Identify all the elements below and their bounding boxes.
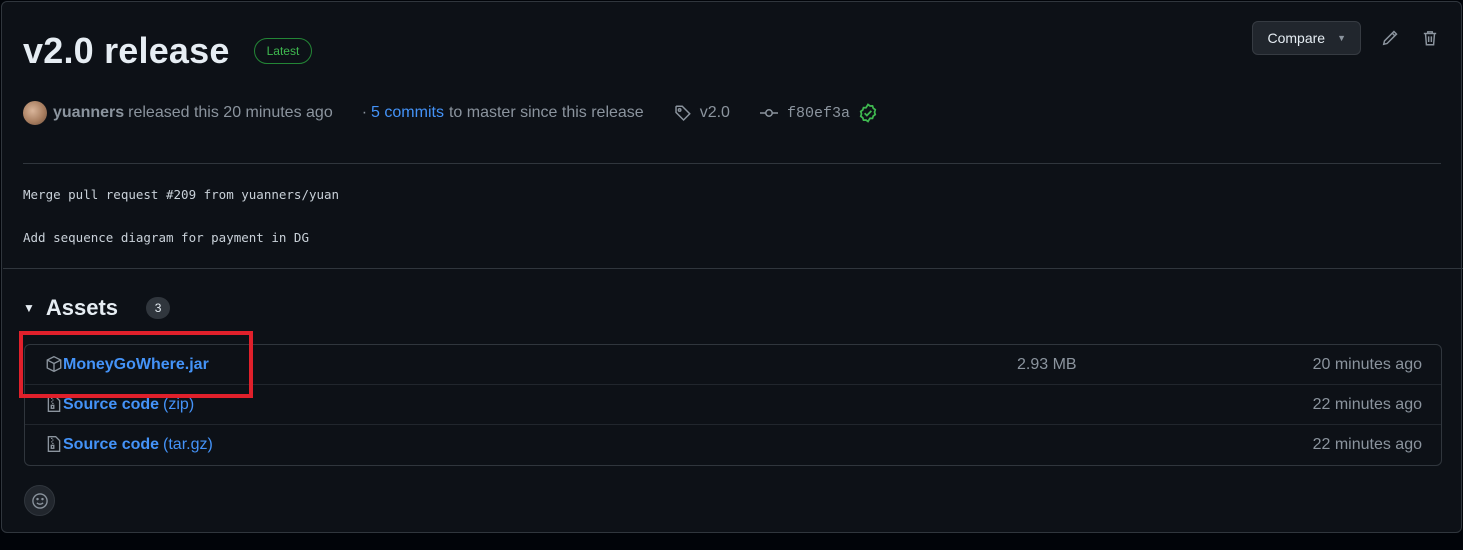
- released-text: released this 20 minutes ago: [128, 104, 333, 121]
- release-notes-line: Merge pull request #209 from yuanners/yu…: [23, 187, 340, 202]
- release-notes-line: Add sequence diagram for payment in DG: [23, 230, 309, 245]
- asset-link[interactable]: Source code (tar.gz): [63, 436, 213, 454]
- divider: [23, 163, 1441, 164]
- asset-name: Source code: [63, 436, 160, 453]
- asset-time: 22 minutes ago: [1312, 436, 1422, 453]
- meta-separator: ·: [361, 104, 368, 121]
- assets-title: Assets: [45, 295, 119, 320]
- assets-count-badge: 3: [146, 297, 171, 319]
- asset-name: Source code: [63, 395, 160, 413]
- asset-row: Source code (tar.gz) 22 minutes ago: [25, 425, 1441, 465]
- asset-row: MoneyGoWhere.jar 2.93 MB 20 minutes ago: [25, 345, 1441, 385]
- asset-time: 20 minutes ago: [1312, 355, 1422, 373]
- git-commit-icon: [759, 109, 778, 117]
- commit-link[interactable]: f80ef3a: [759, 103, 878, 123]
- assets-list: MoneyGoWhere.jar 2.93 MB 20 minutes ago …: [24, 344, 1442, 466]
- file-zip-icon: [47, 436, 61, 452]
- add-reaction-button[interactable]: [24, 485, 55, 516]
- release-card: v2.0 release Latest Compare ▼ yuanners r…: [1, 1, 1463, 533]
- asset-link[interactable]: Source code (zip): [63, 396, 194, 414]
- asset-time: 22 minutes ago: [1312, 395, 1422, 413]
- compare-button[interactable]: Compare ▼: [1252, 21, 1361, 55]
- tag-link[interactable]: v2.0: [674, 104, 730, 122]
- asset-format: (tar.gz): [163, 436, 213, 453]
- section-divider: [3, 268, 1463, 269]
- commit-sha: f80ef3a: [786, 104, 850, 122]
- release-title[interactable]: v2.0 release: [23, 30, 230, 72]
- release-meta: yuanners released this 20 minutes ago · …: [23, 101, 878, 125]
- since-text: to master since this release: [448, 104, 644, 121]
- chevron-down-icon: ▼: [1337, 33, 1346, 43]
- tag-label: v2.0: [699, 104, 730, 121]
- pencil-icon[interactable]: [1379, 27, 1401, 49]
- assets-toggle[interactable]: ▼ Assets 3: [23, 295, 171, 321]
- commits-link[interactable]: 5 commits: [371, 104, 444, 122]
- trash-icon[interactable]: [1419, 27, 1441, 49]
- asset-row: Source code (zip) 22 minutes ago: [25, 385, 1441, 425]
- compare-label: Compare: [1267, 30, 1326, 46]
- tag-icon: [674, 105, 691, 122]
- author-link[interactable]: yuanners: [53, 104, 124, 122]
- latest-badge: Latest: [253, 38, 313, 64]
- asset-format: (zip): [163, 395, 195, 413]
- package-icon: [46, 355, 62, 373]
- verified-check-icon: [859, 103, 877, 123]
- release-actions: Compare ▼: [1252, 21, 1441, 55]
- release-header: v2.0 release Latest: [23, 30, 313, 72]
- asset-link[interactable]: MoneyGoWhere.jar: [63, 356, 209, 374]
- asset-name: MoneyGoWhere.jar: [63, 355, 209, 373]
- smiley-icon: [31, 492, 48, 509]
- asset-size: 2.93 MB: [1017, 355, 1077, 373]
- triangle-down-icon: ▼: [23, 301, 35, 315]
- file-zip-icon: [47, 396, 61, 412]
- avatar[interactable]: [23, 101, 47, 125]
